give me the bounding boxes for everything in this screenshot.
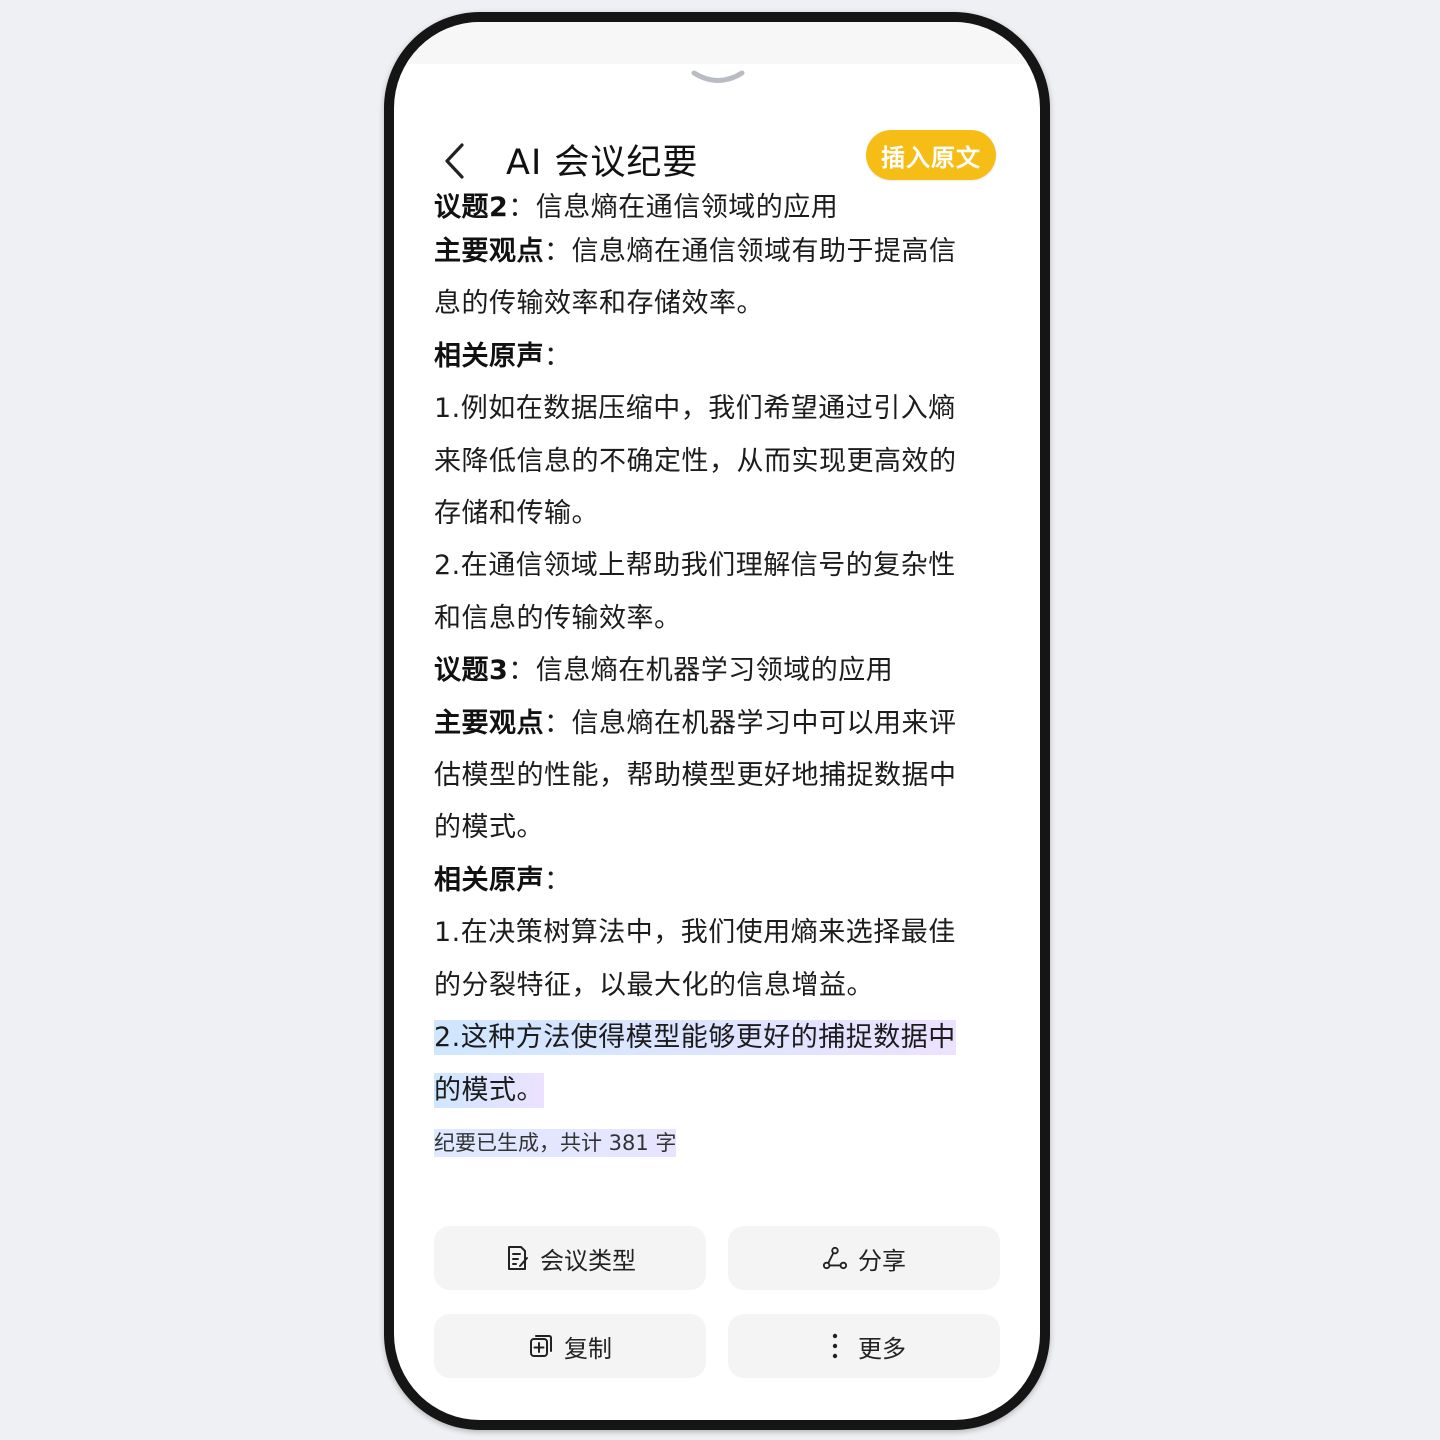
summary-line-text: 存储和传输。 — [434, 498, 599, 530]
share-button[interactable]: 分享 — [728, 1226, 1000, 1290]
insert-original-button[interactable]: 插入原文 — [866, 130, 996, 180]
meeting-type-button[interactable]: 会议类型 — [434, 1226, 706, 1290]
summary-line-text: ：信息熵在通信领域有助于提高信 — [544, 236, 957, 267]
summary-line-text: 的分裂特征，以最大化的信息增益。 — [434, 969, 874, 1001]
summary-line: 主要观点：信息熵在机器学习中可以用来评 — [434, 698, 994, 750]
summary-line: 主要观点：信息熵在通信领域有助于提高信 — [434, 226, 994, 278]
summary-line-heading: 主要观点 — [434, 707, 544, 739]
copy-label: 复制 — [564, 1334, 612, 1363]
summary-line-heading: 相关原声 — [434, 340, 544, 372]
page-title: AI 会议纪要 — [506, 143, 699, 183]
summary-line: 估模型的性能，帮助模型更好地捕捉数据中 — [434, 750, 994, 802]
summary-line: 来降低信息的不确定性，从而实现更高效的 — [434, 436, 994, 488]
summary-line-text: ：信息熵在通信领域的应用 — [508, 192, 839, 223]
highlighted-line: 2.这种方法使得模型能够更好的捕捉数据中 — [434, 1012, 994, 1064]
copy-icon — [528, 1333, 554, 1359]
more-label: 更多 — [858, 1334, 906, 1363]
summary-line: 的模式。 — [434, 802, 994, 854]
summary-line: 议题2：信息熵在通信领域的应用 — [434, 190, 994, 226]
summary-line-heading: 相关原声 — [434, 864, 544, 896]
meeting-type-label: 会议类型 — [540, 1246, 636, 1275]
summary-line: 议题3：信息熵在机器学习领域的应用 — [434, 645, 994, 697]
summary-line: 和信息的传输效率。 — [434, 593, 994, 645]
back-button[interactable] — [438, 140, 470, 182]
copy-button[interactable]: 复制 — [434, 1314, 706, 1378]
summary-line: 相关原声： — [434, 331, 994, 383]
share-icon — [822, 1245, 848, 1271]
summary-line-text: 的模式。 — [434, 812, 544, 844]
summary-line-text: ： — [544, 340, 572, 372]
sheet-top-bar — [394, 22, 1040, 64]
summary-line-text: 2.在通信领域上帮助我们理解信号的复杂性 — [434, 550, 956, 582]
share-label: 分享 — [858, 1246, 906, 1275]
summary-line-text: 1.在决策树算法中，我们使用熵来选择最佳 — [434, 917, 956, 949]
generation-status: 纪要已生成，共计 381 字 — [434, 1117, 994, 1169]
summary-line-text: 和信息的传输效率。 — [434, 602, 682, 634]
stage: AI 会议纪要 插入原文 议题2：信息熵在通信领域的应用 主要观点：信息熵在通信领… — [0, 0, 1440, 1440]
chevron-left-icon — [445, 143, 464, 179]
document-edit-icon — [504, 1245, 530, 1271]
chevron-down-icon[interactable] — [690, 68, 746, 88]
vertical-dots-icon — [822, 1333, 848, 1359]
summary-line: 1.在决策树算法中，我们使用熵来选择最佳 — [434, 907, 994, 959]
highlighted-line: 的模式。 — [434, 1065, 994, 1117]
summary-line: 息的传输效率和存储效率。 — [434, 278, 994, 330]
phone-frame: AI 会议纪要 插入原文 议题2：信息熵在通信领域的应用 主要观点：信息熵在通信领… — [384, 12, 1050, 1430]
summary-line-text: 息的传输效率和存储效率。 — [434, 288, 764, 320]
summary-line: 1.例如在数据压缩中，我们希望通过引入熵 — [434, 383, 994, 435]
summary-line-text: ：信息熵在机器学习领域的应用 — [508, 655, 894, 687]
summary-line: 相关原声： — [434, 855, 994, 907]
summary-line-text: ：信息熵在机器学习中可以用来评 — [544, 707, 957, 739]
summary-line-text: 来降低信息的不确定性，从而实现更高效的 — [434, 445, 957, 477]
header: AI 会议纪要 插入原文 — [394, 118, 1040, 198]
highlighted-text: 的模式。 — [434, 1072, 544, 1108]
summary-line-heading: 议题3 — [434, 655, 509, 687]
summary-content[interactable]: 议题2：信息熵在通信领域的应用 主要观点：信息熵在通信领域有助于提高信 息的传输效率… — [434, 190, 994, 1190]
summary-line-heading: 主要观点 — [434, 236, 544, 267]
more-button[interactable]: 更多 — [728, 1314, 1000, 1378]
generation-status-text: 纪要已生成，共计 381 字 — [434, 1128, 677, 1157]
summary-line: 存储和传输。 — [434, 488, 994, 540]
summary-line: 2.在通信领域上帮助我们理解信号的复杂性 — [434, 540, 994, 592]
summary-line-text: 估模型的性能，帮助模型更好地捕捉数据中 — [434, 760, 957, 792]
phone-screen: AI 会议纪要 插入原文 议题2：信息熵在通信领域的应用 主要观点：信息熵在通信领… — [394, 22, 1040, 1420]
summary-line: 的分裂特征，以最大化的信息增益。 — [434, 960, 994, 1012]
summary-line-text: ： — [544, 864, 572, 896]
summary-text: 议题2：信息熵在通信领域的应用 主要观点：信息熵在通信领域有助于提高信 息的传输效率… — [434, 190, 994, 1169]
summary-line-text: 1.例如在数据压缩中，我们希望通过引入熵 — [434, 393, 956, 425]
highlighted-text: 2.这种方法使得模型能够更好的捕捉数据中 — [434, 1020, 956, 1056]
summary-line-heading: 议题2 — [434, 192, 509, 223]
